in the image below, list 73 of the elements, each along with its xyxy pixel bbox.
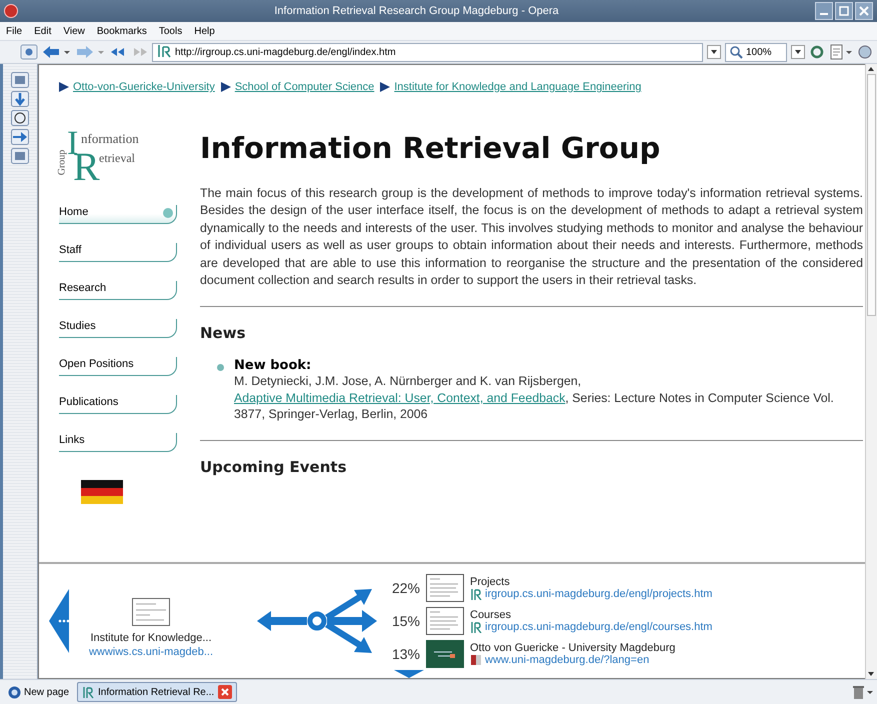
zoom-field[interactable]: 100% bbox=[725, 42, 787, 62]
link-icon[interactable] bbox=[11, 129, 29, 145]
site-icon bbox=[470, 654, 482, 666]
page-thumbnail[interactable] bbox=[132, 598, 170, 626]
news-title: New book: bbox=[234, 358, 312, 374]
page-thumbnail[interactable] bbox=[426, 640, 464, 668]
news-text: M. Detyniecki, J.M. Jose, A. Nürnberger and K. van Rijsbergen, Adaptive Multimedia Retrieval: User, Context, and Feedback, Series: Lecture Notes in Computer Science Vol. 3877, Springer-Verlag, Berlin, 2006 bbox=[234, 373, 835, 423]
site-link[interactable]: irgroup.cs.uni-magdeburg.de/engl/projects.htm bbox=[485, 588, 712, 600]
page-icon[interactable] bbox=[829, 44, 853, 60]
menu-item[interactable]: Bookmarks bbox=[96, 26, 147, 36]
site-icon bbox=[470, 621, 482, 633]
site-title: Otto von Guericke - University Magdeburg bbox=[470, 642, 676, 654]
site-link[interactable]: www.uni-magdeburg.de/?lang=en bbox=[485, 654, 650, 666]
minimize-icon bbox=[820, 13, 828, 15]
nav-item[interactable]: Studies bbox=[59, 319, 177, 338]
triangle-icon bbox=[59, 82, 69, 92]
app-icon bbox=[4, 4, 18, 18]
menu-item[interactable]: View bbox=[63, 26, 85, 36]
download-icon[interactable] bbox=[11, 91, 29, 107]
intro-paragraph: The main focus of this research group is the development of methods to improve today's information retrieval systems. Besides the design of the user interface itself, the focus is on the development of methods to adapt a retrieval system dynamically to the needs and interests of the user. This involves studying methods to monitor and analyse the behaviour of individual users as well as user groups to obtain information about their needs and interests. Furthermore, methods are developed that are able to use this information to reorganise the structure and the presentation of the considered document collection and search results in order to support the users in their retrieval tasks. bbox=[200, 185, 863, 290]
site-link[interactable]: wwwiws.cs.uni-magdeb... bbox=[88, 646, 214, 658]
nav-item[interactable]: Home bbox=[59, 205, 177, 224]
breadcrumb-link[interactable]: Otto-von-Guericke-University bbox=[73, 81, 215, 93]
maximize-button[interactable] bbox=[835, 2, 853, 20]
site-icon bbox=[157, 44, 171, 60]
trash-icon[interactable] bbox=[851, 685, 873, 699]
browser-tab[interactable]: Information Retrieval Re... bbox=[77, 682, 238, 702]
site-title: Institute for Knowledge... bbox=[90, 632, 212, 644]
nav-item[interactable]: Links bbox=[59, 433, 177, 452]
bullet-icon bbox=[217, 364, 224, 372]
menu-item[interactable]: Tools bbox=[158, 26, 182, 36]
menu-item[interactable]: Edit bbox=[34, 26, 52, 36]
dropdown-icon[interactable] bbox=[707, 45, 721, 59]
section-heading: Upcoming Events bbox=[200, 458, 348, 476]
percentage: 15% bbox=[390, 613, 420, 629]
percentage: 13% bbox=[390, 646, 420, 662]
percentage: 22% bbox=[390, 580, 420, 596]
site-icon bbox=[82, 686, 94, 698]
page-thumbnail[interactable] bbox=[426, 607, 464, 635]
save-icon[interactable] bbox=[11, 72, 29, 88]
site-icon bbox=[470, 588, 482, 600]
flag-icon[interactable] bbox=[81, 480, 123, 504]
back-icon[interactable] bbox=[42, 45, 72, 59]
site-link[interactable]: irgroup.cs.uni-magdeburg.de/engl/courses.htm bbox=[485, 621, 712, 633]
nav-item[interactable]: Publications bbox=[59, 395, 177, 414]
menu-item[interactable]: File bbox=[6, 26, 22, 36]
new-page-button[interactable]: New page bbox=[4, 684, 74, 700]
nav-item[interactable]: Research bbox=[59, 281, 177, 300]
breadcrumb-link[interactable]: School of Computer Science bbox=[234, 81, 374, 93]
close-icon bbox=[859, 6, 869, 16]
nav-item[interactable]: Staff bbox=[59, 243, 177, 262]
maximize-icon bbox=[839, 6, 849, 16]
search-icon bbox=[729, 45, 743, 59]
page-heading: Information Retrieval Group bbox=[200, 131, 662, 165]
scrollbar[interactable] bbox=[865, 64, 877, 679]
more-arrow-icon[interactable] bbox=[394, 670, 424, 678]
breadcrumb-link[interactable]: Institute for Knowledge and Language Engineering bbox=[394, 81, 642, 93]
address-field[interactable]: http://irgroup.cs.uni-magdeburg.de/engl/index.htm bbox=[152, 42, 703, 62]
book-link[interactable]: Adaptive Multimedia Retrieval: User, Context, and Feedback bbox=[234, 390, 566, 405]
back-arrow-icon[interactable] bbox=[49, 589, 71, 653]
menu-item[interactable]: Help bbox=[194, 26, 215, 36]
close-icon[interactable] bbox=[218, 685, 232, 699]
close-button[interactable] bbox=[855, 2, 873, 20]
triangle-icon bbox=[380, 82, 390, 92]
site-title: Courses bbox=[470, 609, 512, 621]
page-thumbnail[interactable] bbox=[426, 574, 464, 602]
dropdown-icon[interactable] bbox=[791, 45, 805, 59]
minimize-button[interactable] bbox=[815, 2, 833, 20]
nav-item[interactable]: Open Positions bbox=[59, 357, 177, 376]
window-title: Information Retrieval Research Group Magdeburg - Opera bbox=[273, 5, 560, 17]
site-title: Projects bbox=[470, 576, 511, 588]
section-heading: News bbox=[200, 324, 247, 342]
triangle-icon bbox=[220, 82, 231, 92]
